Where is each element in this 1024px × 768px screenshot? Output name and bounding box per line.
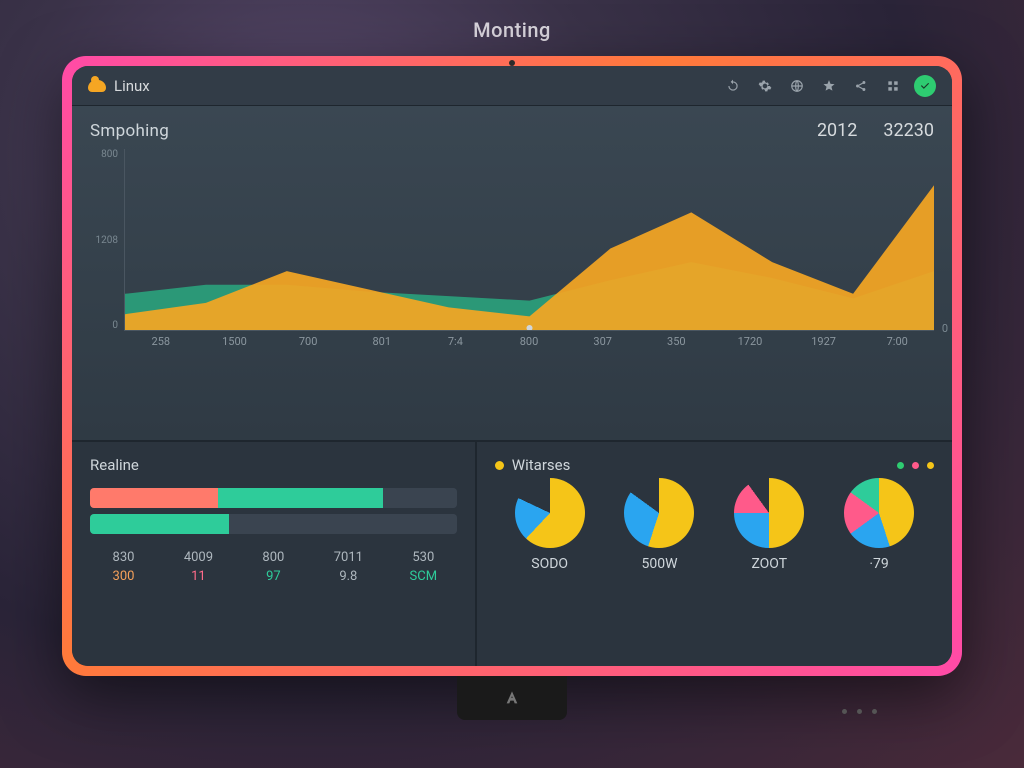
x-tick: 7:00 [860,335,934,359]
stand-logo-icon [504,690,520,706]
bar-segment [229,514,456,534]
topbar: Linux [72,66,952,106]
area-plot [124,149,934,331]
pies-row: SODO 500W ZOOT ·79 [495,478,934,580]
pie-label: 500W [641,556,677,572]
bar-segment [90,488,218,508]
metric-r0-c0: 830 [90,550,157,565]
x-tick: 7:4 [419,335,493,359]
y-axis-ticks: 800 1208 0 [86,149,118,331]
brand: Linux [88,77,150,95]
chart-stat-a: 2012 [817,120,857,141]
pie-item-3: ·79 [844,478,914,580]
metric-r0-c4: 530 [390,550,457,565]
monitor-stand [457,676,567,720]
pie-chart [844,478,914,548]
realine-bars [90,488,457,540]
chart-stat-b: 32230 [883,120,934,141]
x-tick: 800 [492,335,566,359]
window-title: Monting [473,18,551,42]
bar-segment [90,514,229,534]
metric-r1-c0: 300 [90,569,157,584]
x-axis-ticks: 25815007008017:4800307350172019277:00 [124,335,934,359]
network-icon[interactable] [786,75,808,97]
x-tick: 1927 [787,335,861,359]
realine-title: Realine [90,456,457,474]
status-dot [897,462,904,469]
metric-r0-c3: 7011 [315,550,382,565]
x-tick: 801 [345,335,419,359]
power-icon[interactable] [914,75,936,97]
x-tick: 1500 [198,335,272,359]
refresh-icon[interactable] [722,75,744,97]
legend-dot-icon [495,461,504,470]
share-icon[interactable] [850,75,872,97]
widgets-title: Witarses [495,456,571,474]
bar-1 [90,514,457,534]
pie-label: ·79 [869,556,888,572]
x-tick: 700 [271,335,345,359]
x-tick: 350 [639,335,713,359]
x-tick: 307 [566,335,640,359]
right-axis-zero: 0 [942,322,948,335]
y-tick: 0 [86,320,118,331]
brand-label: Linux [114,77,150,95]
metric-r1-c2: 97 [240,569,307,584]
bar-segment [383,488,456,508]
status-dots [897,462,934,469]
pie-label: ZOOT [751,556,787,572]
realine-panel: Realine 830 4009 800 7011 530 300 11 97 9.8 SCM [72,442,477,666]
x-tick: 1720 [713,335,787,359]
metric-r0-c1: 4009 [165,550,232,565]
realine-metrics: 830 4009 800 7011 530 300 11 97 9.8 SCM [90,550,457,584]
pie-item-0: SODO [515,478,585,580]
chart-stats: 2012 32230 [817,120,934,141]
chart-title: Smpohing [90,121,169,141]
monitor-bezel: Linux Smpohing 2012 32230 [62,56,962,676]
y-tick: 1208 [86,235,118,246]
pie-chart [734,478,804,548]
pie-item-2: ZOOT [734,478,804,580]
status-dot [912,462,919,469]
pie-label: SODO [531,556,568,572]
star-icon[interactable] [818,75,840,97]
bar-0 [90,488,457,508]
x-tick: 258 [124,335,198,359]
pie-chart [624,478,694,548]
metric-r1-c4: SCM [390,569,457,584]
chart-body: 80012080 0 25815007008017:48003073501720… [124,149,934,359]
settings-icon[interactable] [754,75,776,97]
status-dot [927,462,934,469]
cloud-icon [88,80,106,92]
metric-r0-c2: 800 [240,550,307,565]
pie-chart [515,478,585,548]
metric-r1-c1: 11 [165,569,232,584]
widgets-panel: Witarses SODO 500W ZOOT ·79 [477,442,952,666]
topbar-icons [722,75,936,97]
y-tick: 800 [86,149,118,160]
metric-r1-c3: 9.8 [315,569,382,584]
pie-item-1: 500W [624,478,694,580]
main-chart-panel: Smpohing 2012 32230 80012080 0 258150070… [72,106,952,442]
apps-icon[interactable] [882,75,904,97]
bar-segment [218,488,383,508]
bottom-row: Realine 830 4009 800 7011 530 300 11 97 9.8 SCM W… [72,442,952,666]
screen: Linux Smpohing 2012 32230 [72,66,952,666]
widgets-title-label: Witarses [512,456,571,474]
